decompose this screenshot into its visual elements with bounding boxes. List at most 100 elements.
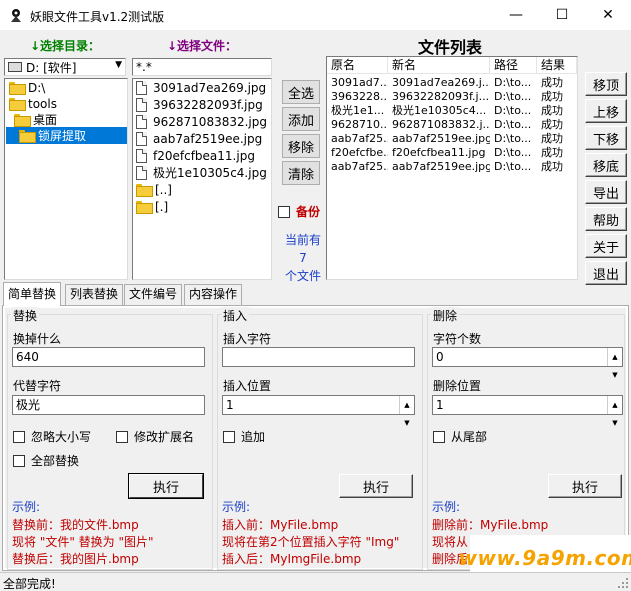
ignore-case-checkbox[interactable]: 忽略大小写 — [13, 428, 91, 445]
insert-run-button[interactable]: 执行 — [339, 474, 413, 498]
table-cell: 成功 — [541, 132, 563, 145]
delete-count-value: 0 — [436, 350, 444, 364]
folder-icon — [136, 201, 153, 214]
file-item-label: 962871083832.jpg — [153, 114, 267, 129]
from-end-checkbox[interactable]: 从尾部 — [433, 428, 487, 445]
header-new-name[interactable]: 新名 — [388, 57, 490, 74]
maximize-button[interactable]: ☐ — [539, 0, 585, 30]
tree-item-lockscreen-selected[interactable]: 锁屏提取 — [6, 127, 127, 144]
chevron-down-icon[interactable]: ▼ — [115, 60, 122, 70]
replace-example-title: 示例: — [12, 500, 41, 514]
tree-item-desktop[interactable]: 桌面 — [14, 111, 57, 128]
file-item[interactable]: aab7af2519ee.jpg — [136, 130, 262, 147]
file-item[interactable]: f20efcfbea11.jpg — [136, 147, 255, 164]
table-row[interactable]: 3963228... 39632282093f.j... D:\to... 成功 — [327, 90, 577, 104]
file-list-title: 文件列表 — [418, 38, 483, 57]
tree-item-label: 锁屏提取 — [38, 129, 87, 143]
help-button[interactable]: 帮助 — [585, 207, 627, 231]
header-result[interactable]: 结果 — [537, 57, 577, 74]
checkbox-box[interactable] — [223, 430, 235, 443]
exit-button[interactable]: 退出 — [585, 261, 627, 285]
insert-pos-stepper[interactable]: 1 ▲ ▼ — [222, 395, 415, 427]
tab-content-ops[interactable]: 内容操作 — [184, 284, 243, 305]
table-cell: 成功 — [541, 118, 563, 131]
checkbox-box[interactable] — [116, 430, 128, 443]
folder-item-current[interactable]: [.] — [136, 198, 168, 215]
move-bottom-button[interactable]: 移底 — [585, 153, 627, 177]
tree-item-drive-root[interactable]: D:\ — [9, 79, 45, 96]
folder-item-parent[interactable]: [..] — [136, 181, 172, 198]
delete-pos-stepper[interactable]: 1 ▲ ▼ — [432, 395, 623, 427]
folder-open-icon — [19, 130, 36, 143]
delete-pos-label: 删除位置 — [433, 379, 482, 393]
add-button[interactable]: 添加 — [282, 107, 320, 131]
status-bar: 全部完成! — [0, 572, 631, 591]
close-button[interactable]: ✕ — [585, 0, 631, 30]
replace-example-line: 替换前：我的文件.bmp — [12, 518, 139, 532]
insert-pos-value: 1 — [226, 398, 234, 412]
spin-arrows-icon[interactable]: ▲ ▼ — [399, 396, 414, 427]
delete-count-stepper[interactable]: 0 ▲ ▼ — [432, 347, 623, 379]
checkbox-box[interactable] — [13, 430, 25, 443]
table-cell: aab7af25... — [331, 132, 388, 145]
table-row[interactable]: f20efcfbe... f20efcfbea11.jpg D:\to... 成功 — [327, 146, 577, 160]
append-checkbox[interactable]: 追加 — [223, 428, 265, 445]
table-row[interactable]: 3091ad7... 3091ad7ea269.j... D:\to... 成功 — [327, 76, 577, 90]
file-item[interactable]: 极光1e10305c4.jpg — [136, 164, 267, 181]
header-path[interactable]: 路径 — [490, 57, 537, 74]
replace-with-input[interactable]: 极光 — [12, 395, 205, 415]
delete-run-button[interactable]: 执行 — [548, 474, 622, 498]
drive-icon — [8, 62, 22, 72]
file-list-box[interactable]: 3091ad7ea269.jpg 39632282093f.jpg 962871… — [132, 78, 272, 280]
tree-item-tools[interactable]: tools — [9, 95, 57, 112]
table-row[interactable]: aab7af25... aab7af2519ee.jpg D:\to... 成功 — [327, 160, 577, 174]
spin-arrows-icon[interactable]: ▲ ▼ — [607, 396, 622, 427]
table-cell: D:\to... — [494, 104, 532, 117]
insert-char-label: 插入字符 — [223, 332, 272, 346]
tab-list-replace[interactable]: 列表替换 — [65, 284, 124, 305]
file-item[interactable]: 962871083832.jpg — [136, 113, 267, 130]
replace-all-checkbox[interactable]: 全部替换 — [13, 452, 79, 469]
move-up-button[interactable]: 上移 — [585, 99, 627, 123]
result-listview[interactable]: 原名 新名 路径 结果 3091ad7... 3091ad7ea269.j... D:\to… — [326, 56, 578, 280]
folder-open-icon — [14, 114, 31, 127]
about-button[interactable]: 关于 — [585, 234, 627, 258]
table-row[interactable]: 9628710... 962871083832.j... D:\to... 成功 — [327, 118, 577, 132]
file-item-label: [.] — [155, 199, 169, 214]
find-label: 换掉什么 — [13, 332, 62, 346]
remove-button[interactable]: 移除 — [282, 134, 320, 158]
table-cell: D:\to... — [494, 90, 532, 103]
title-bar[interactable]: 妖眼文件工具v1.2测试版 — ☐ ✕ — [0, 0, 631, 30]
table-row[interactable]: 极光1e1... 极光1e10305c4... D:\to... 成功 — [327, 104, 577, 118]
table-cell: 成功 — [541, 76, 563, 89]
clear-button[interactable]: 清除 — [282, 161, 320, 185]
tab-file-number[interactable]: 文件编号 — [124, 284, 183, 305]
header-original-name[interactable]: 原名 — [327, 57, 388, 74]
change-ext-checkbox[interactable]: 修改扩展名 — [116, 428, 194, 445]
drive-select[interactable]: D: [软件] ▼ — [4, 58, 126, 76]
select-all-button[interactable]: 全选 — [282, 80, 320, 104]
spin-arrows-icon[interactable]: ▲ ▼ — [607, 348, 622, 379]
insert-char-input[interactable] — [222, 347, 415, 367]
backup-checkbox[interactable]: 备份 — [278, 203, 320, 220]
file-item-label: aab7af2519ee.jpg — [153, 131, 263, 146]
file-item[interactable]: 39632282093f.jpg — [136, 96, 263, 113]
export-button[interactable]: 导出 — [585, 180, 627, 204]
replace-run-button[interactable]: 执行 — [129, 474, 203, 498]
checkbox-box[interactable] — [278, 205, 290, 218]
move-top-button[interactable]: 移顶 — [585, 72, 627, 96]
checkbox-box[interactable] — [13, 454, 25, 467]
checkbox-box[interactable] — [433, 430, 445, 443]
tab-simple-replace[interactable]: 简单替换 — [3, 282, 62, 306]
directory-tree[interactable]: D:\ tools 桌面 锁屏提取 — [4, 78, 128, 280]
file-count-text: 当前有 7 个文件 — [280, 231, 326, 285]
resize-grip-icon[interactable] — [617, 577, 629, 589]
move-down-button[interactable]: 下移 — [585, 126, 627, 150]
file-item[interactable]: 3091ad7ea269.jpg — [136, 79, 266, 96]
delete-example-title: 示例: — [432, 500, 461, 514]
minimize-button[interactable]: — — [493, 0, 539, 30]
file-filter-input[interactable]: *.* — [132, 58, 272, 76]
file-item-label: [..] — [155, 182, 172, 197]
table-row[interactable]: aab7af25... aab7af2519ee.jpg D:\to... 成功 — [327, 132, 577, 146]
find-input[interactable]: 640 — [12, 347, 205, 367]
